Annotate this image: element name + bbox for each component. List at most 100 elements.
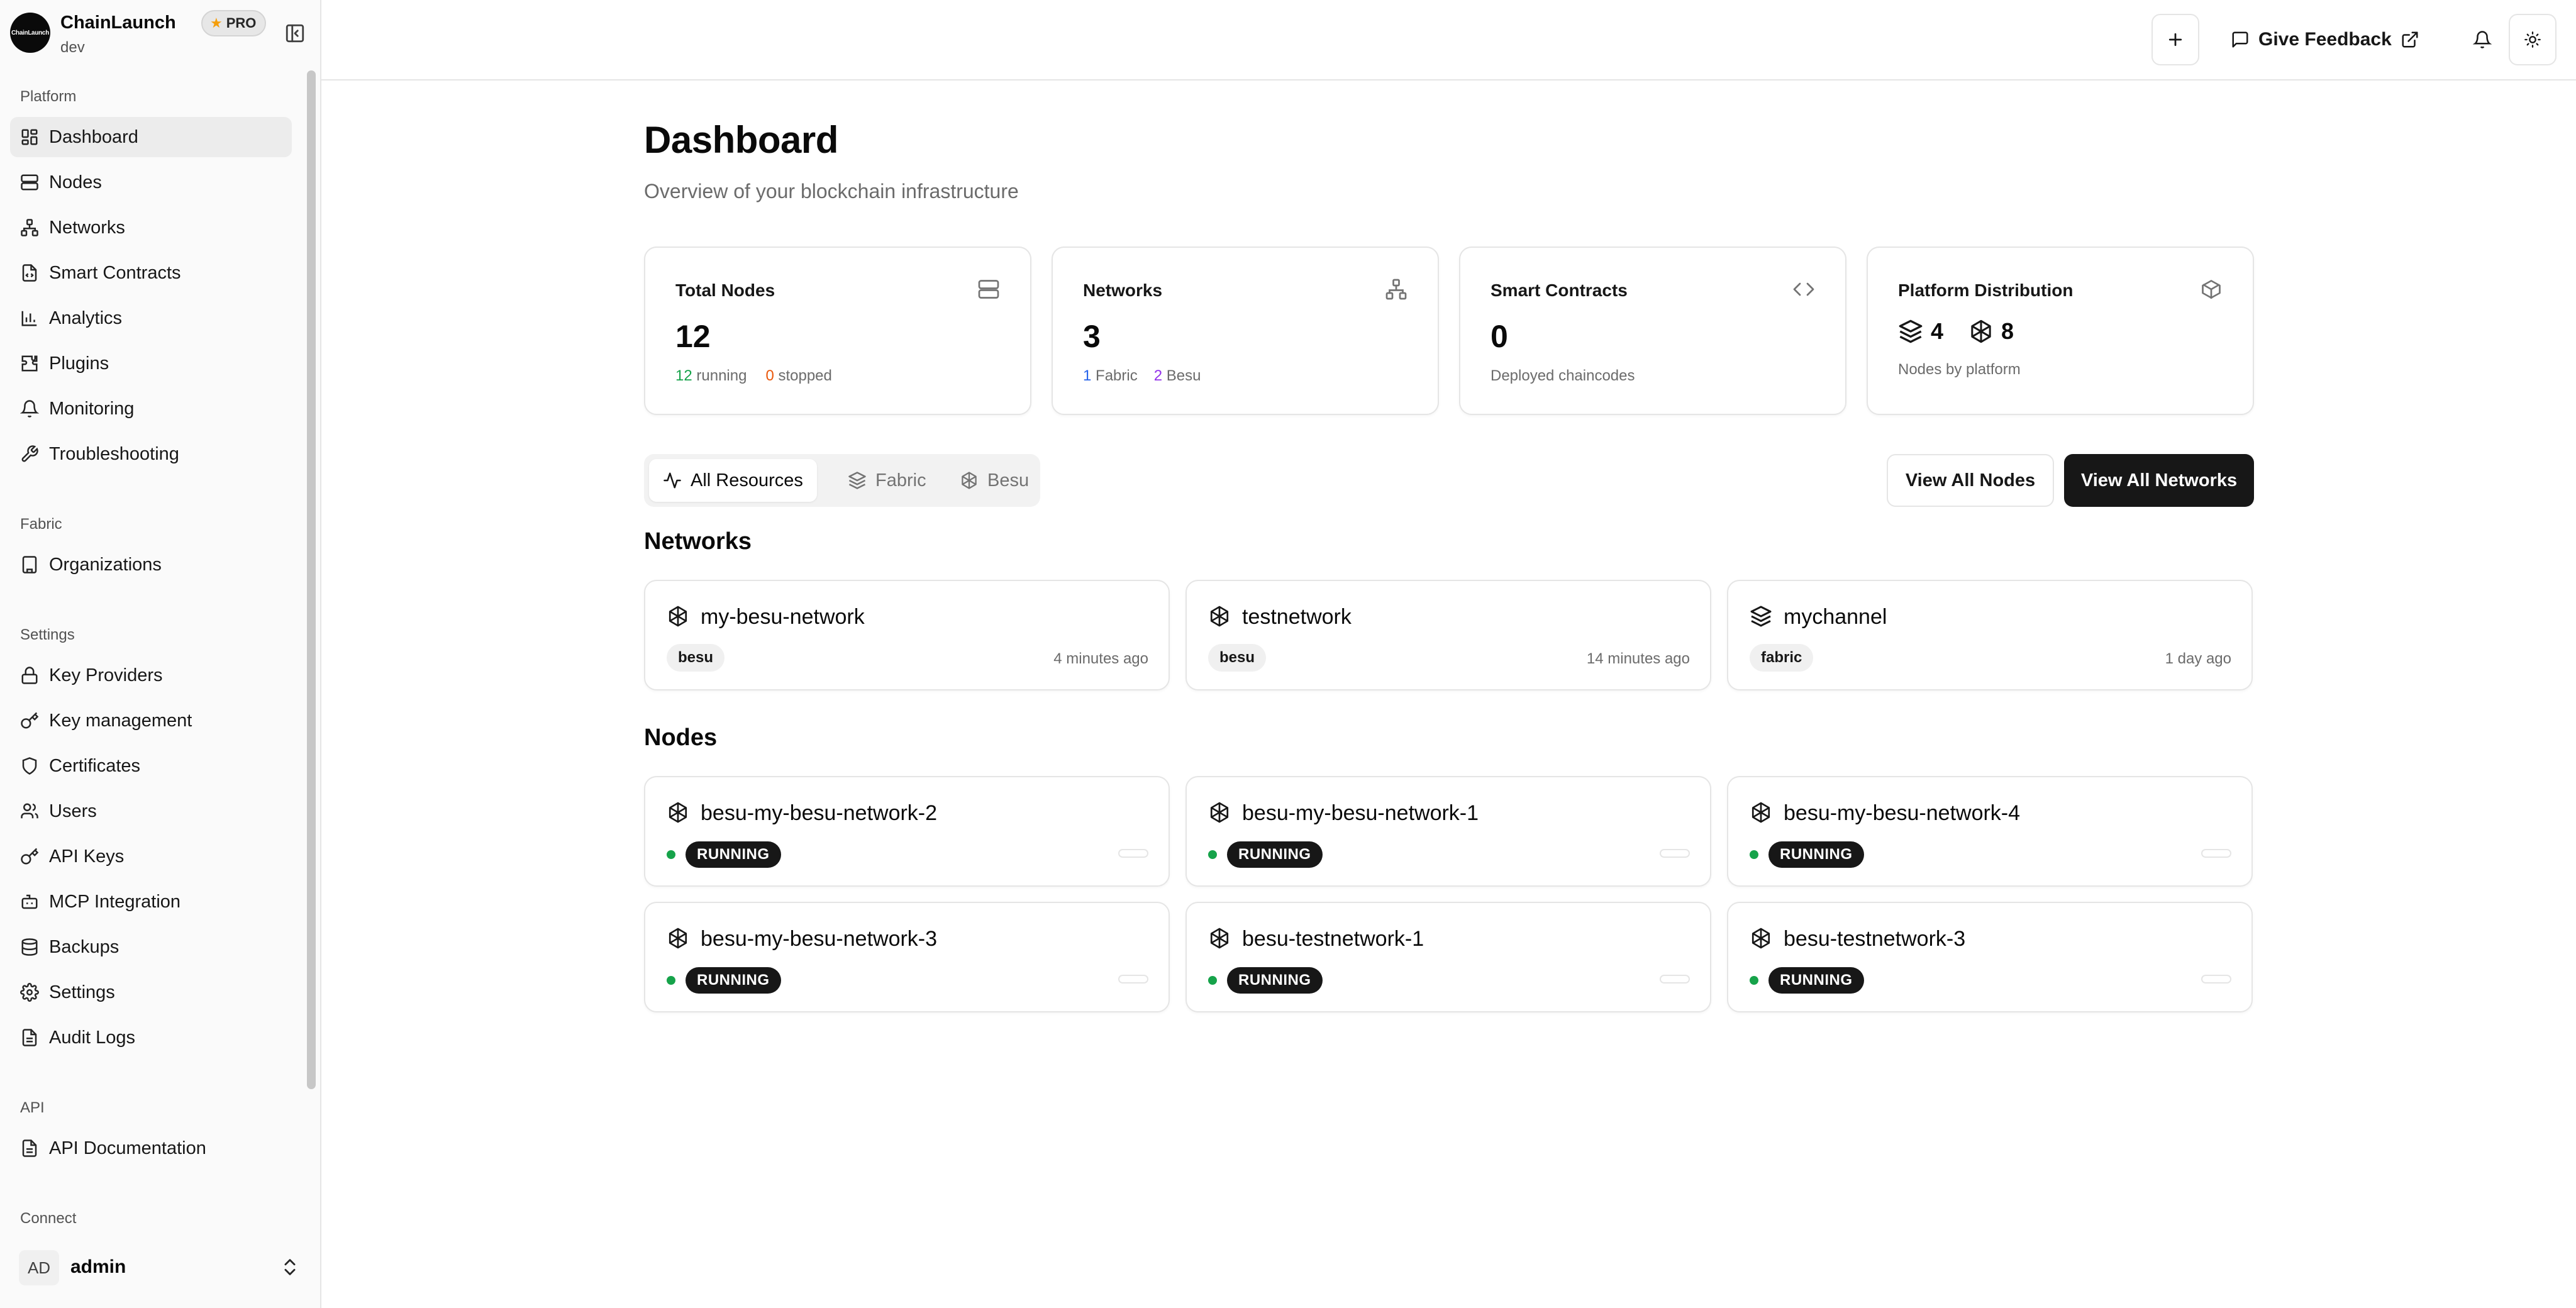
status-badge: RUNNING (1227, 967, 1323, 994)
updated-time: 14 minutes ago (1586, 650, 1690, 667)
brand-logo[interactable]: ChainLaunch (10, 13, 50, 53)
sidebar-item-analytics[interactable]: Analytics (10, 298, 292, 338)
server-icon (977, 278, 1000, 301)
node-name: besu-testnetwork-3 (1784, 927, 1966, 951)
file-text-icon (20, 1139, 39, 1158)
sidebar-item-label: Certificates (49, 755, 141, 776)
sidebar-item-key-providers[interactable]: Key Providers (10, 655, 292, 696)
user-menu[interactable]: AD admin (0, 1241, 320, 1293)
sidebar-item-audit-logs[interactable]: Audit Logs (10, 1017, 292, 1058)
node-name: besu-testnetwork-1 (1242, 927, 1424, 951)
sidebar-header: ChainLaunch ChainLaunch dev ★ PRO (0, 0, 320, 68)
sidebar-item-plugins[interactable]: Plugins (10, 343, 292, 384)
bar-chart-icon (20, 309, 39, 328)
sidebar-item-backups[interactable]: Backups (10, 927, 292, 967)
node-card[interactable]: besu-my-besu-network-3 RUNNING (644, 902, 1170, 1012)
network-card[interactable]: my-besu-network besu 4 minutes ago (644, 580, 1170, 690)
tab-besu[interactable]: Besu (946, 459, 1043, 502)
updated-time: 1 day ago (2165, 650, 2231, 667)
stat-title: Smart Contracts (1491, 280, 1628, 300)
node-name: besu-my-besu-network-3 (701, 927, 938, 951)
sun-icon (2524, 31, 2541, 48)
brand-name[interactable]: ChainLaunch (60, 13, 176, 33)
server-icon (20, 173, 39, 192)
sidebar-item-organizations[interactable]: Organizations (10, 545, 292, 585)
network-icon (1385, 278, 1407, 301)
gear-icon (20, 983, 39, 1002)
view-all-nodes-button[interactable]: View All Nodes (1887, 454, 2054, 507)
stat-value: 12 (675, 319, 711, 354)
node-name: besu-my-besu-network-1 (1242, 801, 1479, 825)
hexagon-icon (1750, 927, 1772, 950)
running-label: running (696, 367, 747, 384)
node-card[interactable]: besu-testnetwork-3 RUNNING (1727, 902, 2253, 1012)
network-card[interactable]: testnetwork besu 14 minutes ago (1185, 580, 1711, 690)
pro-badge-label: PRO (226, 15, 257, 31)
sidebar-item-settings[interactable]: Settings (10, 972, 292, 1012)
status-badge: RUNNING (1768, 967, 1864, 994)
sidebar-item-nodes[interactable]: Nodes (10, 162, 292, 202)
sidebar-item-label: Troubleshooting (49, 443, 179, 464)
node-indicator (1660, 975, 1690, 984)
sidebar-item-label: Networks (49, 217, 125, 238)
besu-network-count: 2 (1153, 367, 1163, 384)
environment-label: dev (60, 39, 85, 56)
sidebar-item-label: Analytics (49, 308, 123, 328)
status-badge: RUNNING (686, 967, 781, 994)
hexagon-icon (667, 801, 689, 824)
stat-card-smart-contracts[interactable]: Smart Contracts 0 Deployed chaincodes (1459, 247, 1846, 415)
sidebar-item-networks[interactable]: Networks (10, 208, 292, 248)
network-name: mychannel (1784, 605, 1887, 629)
bell-icon (2473, 30, 2492, 49)
network-card[interactable]: mychannel fabric 1 day ago (1727, 580, 2253, 690)
sidebar-item-label: Dashboard (49, 126, 138, 147)
sidebar-toggle-icon[interactable] (284, 23, 306, 44)
stopped-label: stopped (778, 367, 832, 384)
node-name: besu-my-besu-network-4 (1784, 801, 2021, 825)
sidebar-item-dashboard[interactable]: Dashboard (10, 117, 292, 157)
group-label-platform: Platform (20, 88, 77, 105)
node-card[interactable]: besu-my-besu-network-2 RUNNING (644, 776, 1170, 887)
tab-all-resources[interactable]: All Resources (649, 459, 817, 502)
topbar: Give Feedback (321, 0, 2576, 80)
page-title: Dashboard (644, 119, 838, 161)
building-icon (20, 555, 39, 574)
sidebar-item-api-documentation[interactable]: API Documentation (10, 1128, 292, 1168)
notifications-button[interactable] (2468, 14, 2496, 65)
status-dot (1208, 850, 1217, 859)
view-all-networks-button[interactable]: View All Networks (2064, 454, 2254, 507)
external-link-icon (2401, 30, 2419, 49)
hexagon-icon (1750, 801, 1772, 824)
status-dot (1208, 976, 1217, 985)
network-name: testnetwork (1242, 605, 1352, 629)
sidebar-item-users[interactable]: Users (10, 791, 292, 831)
stat-subline: Nodes by platform (1898, 361, 2021, 378)
platform-tag: besu (667, 644, 725, 672)
add-button[interactable] (2151, 14, 2199, 65)
sidebar-item-smart-contracts[interactable]: Smart Contracts (10, 253, 292, 293)
network-icon (20, 218, 39, 237)
tab-fabric[interactable]: Fabric (834, 459, 940, 502)
sidebar-item-label: Settings (49, 982, 115, 1002)
theme-toggle-button[interactable] (2509, 14, 2557, 65)
sidebar-item-api-keys[interactable]: API Keys (10, 836, 292, 877)
sidebar-item-mcp-integration[interactable]: MCP Integration (10, 882, 292, 922)
sidebar-item-troubleshooting[interactable]: Troubleshooting (10, 434, 292, 474)
group-label-settings: Settings (20, 626, 75, 643)
stat-card-platform-distribution[interactable]: Platform Distribution 4 8 Nodes by platf… (1867, 247, 2254, 415)
node-card[interactable]: besu-my-besu-network-4 RUNNING (1727, 776, 2253, 887)
besu-label: Besu (1166, 367, 1201, 384)
sidebar-item-key-management[interactable]: Key management (10, 701, 292, 741)
stat-card-total-nodes[interactable]: Total Nodes 12 12 running 0 stopped (644, 247, 1031, 415)
node-card[interactable]: besu-my-besu-network-1 RUNNING (1185, 776, 1711, 887)
give-feedback-button[interactable]: Give Feedback (2231, 14, 2419, 65)
layers-icon (848, 471, 867, 490)
stat-card-networks[interactable]: Networks 3 1 Fabric 2 Besu (1052, 247, 1439, 415)
sidebar-item-certificates[interactable]: Certificates (10, 746, 292, 786)
sidebar-scrollbar[interactable] (307, 70, 316, 1089)
node-card[interactable]: besu-testnetwork-1 RUNNING (1185, 902, 1711, 1012)
sidebar-item-label: Smart Contracts (49, 262, 181, 283)
sidebar-item-label: Audit Logs (49, 1027, 136, 1048)
sidebar-item-monitoring[interactable]: Monitoring (10, 389, 292, 429)
key-icon (20, 711, 39, 730)
